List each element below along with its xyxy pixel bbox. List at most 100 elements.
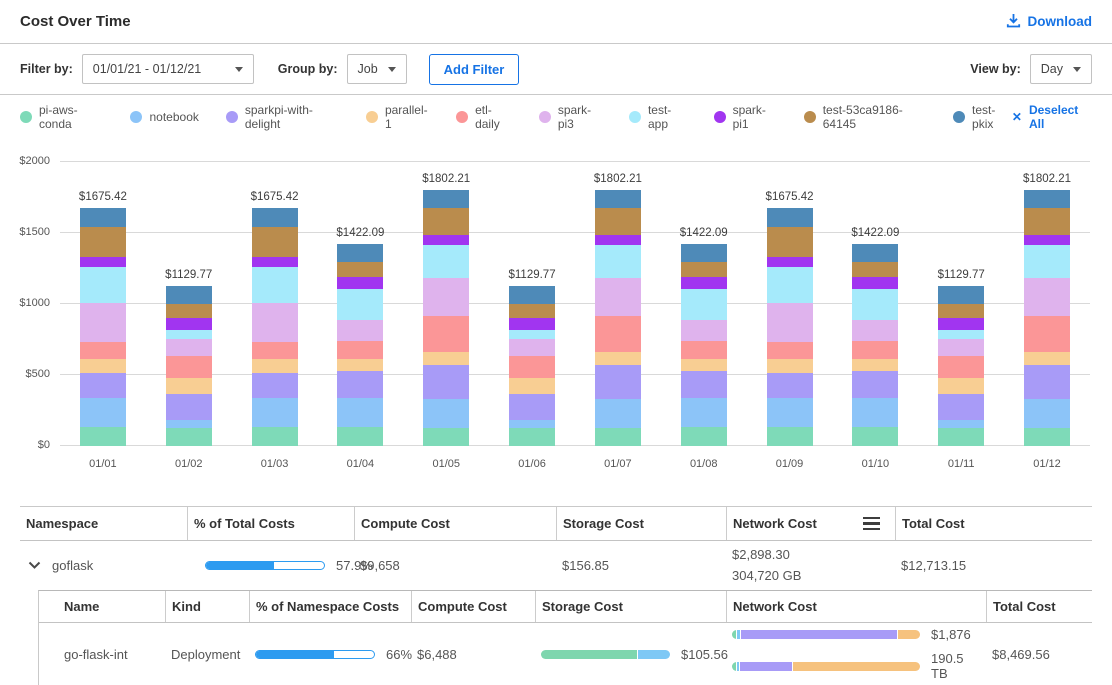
bar-segment-spark-pi3[interactable] [423, 278, 469, 316]
bar-segment-notebook[interactable] [681, 398, 727, 427]
bar-segment-sparkpi-with-delight[interactable] [938, 394, 984, 420]
bar-segment-notebook[interactable] [166, 420, 212, 428]
stacked-bar[interactable] [337, 244, 383, 446]
bar-segment-parallel-1[interactable] [252, 359, 298, 373]
namespace-expand-toggle[interactable]: goflask [20, 554, 187, 577]
stacked-bar[interactable] [423, 190, 469, 446]
bar-segment-spark-pi1[interactable] [509, 318, 555, 330]
stacked-bar[interactable] [681, 244, 727, 446]
bar-segment-test-53ca9186-64145[interactable] [80, 227, 126, 256]
bar-segment-sparkpi-with-delight[interactable] [80, 373, 126, 399]
column-header-network[interactable]: Network Cost [726, 591, 986, 622]
legend-item-spark-pi1[interactable]: spark-pi1 [714, 103, 777, 131]
bar-segment-spark-pi1[interactable] [852, 277, 898, 289]
bar-segment-pi-aws-conda[interactable] [509, 428, 555, 446]
bar-segment-test-app[interactable] [1024, 245, 1070, 278]
bar-segment-test-pkix[interactable] [337, 244, 383, 262]
bar-segment-notebook[interactable] [509, 420, 555, 428]
view-by-dropdown[interactable]: Day [1030, 54, 1092, 84]
bar-segment-sparkpi-with-delight[interactable] [767, 373, 813, 399]
bar-segment-etl-daily[interactable] [681, 341, 727, 359]
column-header-compute[interactable]: Compute Cost [411, 591, 535, 622]
bar-segment-parallel-1[interactable] [337, 359, 383, 371]
bar-segment-parallel-1[interactable] [938, 378, 984, 394]
bar-segment-test-pkix[interactable] [852, 244, 898, 262]
bar-segment-spark-pi3[interactable] [767, 303, 813, 342]
bar-segment-sparkpi-with-delight[interactable] [1024, 365, 1070, 400]
bar-segment-pi-aws-conda[interactable] [80, 427, 126, 446]
bar-segment-notebook[interactable] [1024, 399, 1070, 427]
bar-segment-spark-pi1[interactable] [166, 318, 212, 330]
legend-item-test-pkix[interactable]: test-pkix [953, 103, 1012, 131]
bar-segment-sparkpi-with-delight[interactable] [852, 371, 898, 399]
bar-segment-spark-pi3[interactable] [80, 303, 126, 342]
bar-segment-test-pkix[interactable] [423, 190, 469, 208]
bar-segment-test-53ca9186-64145[interactable] [252, 227, 298, 256]
bar-segment-test-app[interactable] [252, 267, 298, 303]
bar-segment-notebook[interactable] [767, 398, 813, 426]
bar-segment-pi-aws-conda[interactable] [767, 427, 813, 446]
bar-segment-test-pkix[interactable] [767, 208, 813, 227]
stacked-bar[interactable] [509, 286, 555, 446]
legend-item-test-53ca9186-64145[interactable]: test-53ca9186-64145 [804, 103, 926, 131]
bar-segment-test-53ca9186-64145[interactable] [1024, 208, 1070, 235]
bar-segment-spark-pi1[interactable] [681, 277, 727, 289]
column-header-total[interactable]: Total Cost [895, 507, 1092, 540]
stacked-bar[interactable] [80, 208, 126, 446]
column-header-storage[interactable]: Storage Cost [556, 507, 726, 540]
legend-item-notebook[interactable]: notebook [130, 110, 198, 124]
bar-segment-pi-aws-conda[interactable] [938, 428, 984, 446]
bar-segment-test-pkix[interactable] [681, 244, 727, 262]
column-header-pct-namespace[interactable]: % of Namespace Costs [249, 591, 411, 622]
bar-segment-pi-aws-conda[interactable] [423, 428, 469, 446]
bar-segment-pi-aws-conda[interactable] [252, 427, 298, 446]
legend-item-parallel-1[interactable]: parallel-1 [366, 103, 429, 131]
bar-segment-etl-daily[interactable] [767, 342, 813, 359]
bar-segment-notebook[interactable] [252, 398, 298, 426]
bar-segment-spark-pi1[interactable] [252, 257, 298, 268]
bar-segment-etl-daily[interactable] [337, 341, 383, 359]
bar-segment-test-pkix[interactable] [252, 208, 298, 227]
bar-segment-test-53ca9186-64145[interactable] [423, 208, 469, 235]
bar-segment-test-app[interactable] [938, 330, 984, 338]
bar-segment-pi-aws-conda[interactable] [681, 427, 727, 446]
bar-segment-test-app[interactable] [423, 245, 469, 278]
bar-segment-etl-daily[interactable] [852, 341, 898, 359]
bar-segment-parallel-1[interactable] [852, 359, 898, 371]
column-header-kind[interactable]: Kind [165, 591, 249, 622]
legend-item-etl-daily[interactable]: etl-daily [456, 103, 512, 131]
bar-segment-test-53ca9186-64145[interactable] [852, 262, 898, 276]
bar-segment-pi-aws-conda[interactable] [595, 428, 641, 446]
bar-segment-test-app[interactable] [595, 245, 641, 278]
bar-segment-sparkpi-with-delight[interactable] [166, 394, 212, 420]
bar-segment-spark-pi3[interactable] [337, 320, 383, 341]
bar-segment-pi-aws-conda[interactable] [337, 427, 383, 446]
bar-segment-test-app[interactable] [852, 289, 898, 320]
bar-segment-etl-daily[interactable] [509, 356, 555, 378]
legend-item-sparkpi-with-delight[interactable]: sparkpi-with-delight [226, 103, 339, 131]
bar-segment-test-app[interactable] [166, 330, 212, 338]
bar-segment-test-pkix[interactable] [166, 286, 212, 304]
bar-segment-spark-pi1[interactable] [767, 257, 813, 268]
bar-segment-etl-daily[interactable] [80, 342, 126, 359]
bar-segment-test-pkix[interactable] [509, 286, 555, 304]
bar-segment-spark-pi1[interactable] [337, 277, 383, 289]
bar-segment-sparkpi-with-delight[interactable] [509, 394, 555, 420]
bar-segment-test-53ca9186-64145[interactable] [681, 262, 727, 276]
bar-segment-test-app[interactable] [509, 330, 555, 338]
bar-segment-etl-daily[interactable] [1024, 316, 1070, 352]
stacked-bar[interactable] [595, 190, 641, 446]
bar-segment-test-app[interactable] [767, 267, 813, 303]
legend-item-pi-aws-conda[interactable]: pi-aws-conda [20, 103, 103, 131]
bar-segment-test-pkix[interactable] [595, 190, 641, 208]
column-menu-icon[interactable] [863, 517, 880, 531]
bar-segment-test-pkix[interactable] [938, 286, 984, 304]
stacked-bar[interactable] [166, 286, 212, 446]
bar-segment-spark-pi3[interactable] [681, 320, 727, 341]
bar-segment-test-53ca9186-64145[interactable] [509, 304, 555, 318]
bar-segment-parallel-1[interactable] [80, 359, 126, 373]
bar-segment-sparkpi-with-delight[interactable] [595, 365, 641, 400]
bar-segment-pi-aws-conda[interactable] [166, 428, 212, 446]
bar-segment-parallel-1[interactable] [166, 378, 212, 394]
bar-segment-etl-daily[interactable] [595, 316, 641, 352]
